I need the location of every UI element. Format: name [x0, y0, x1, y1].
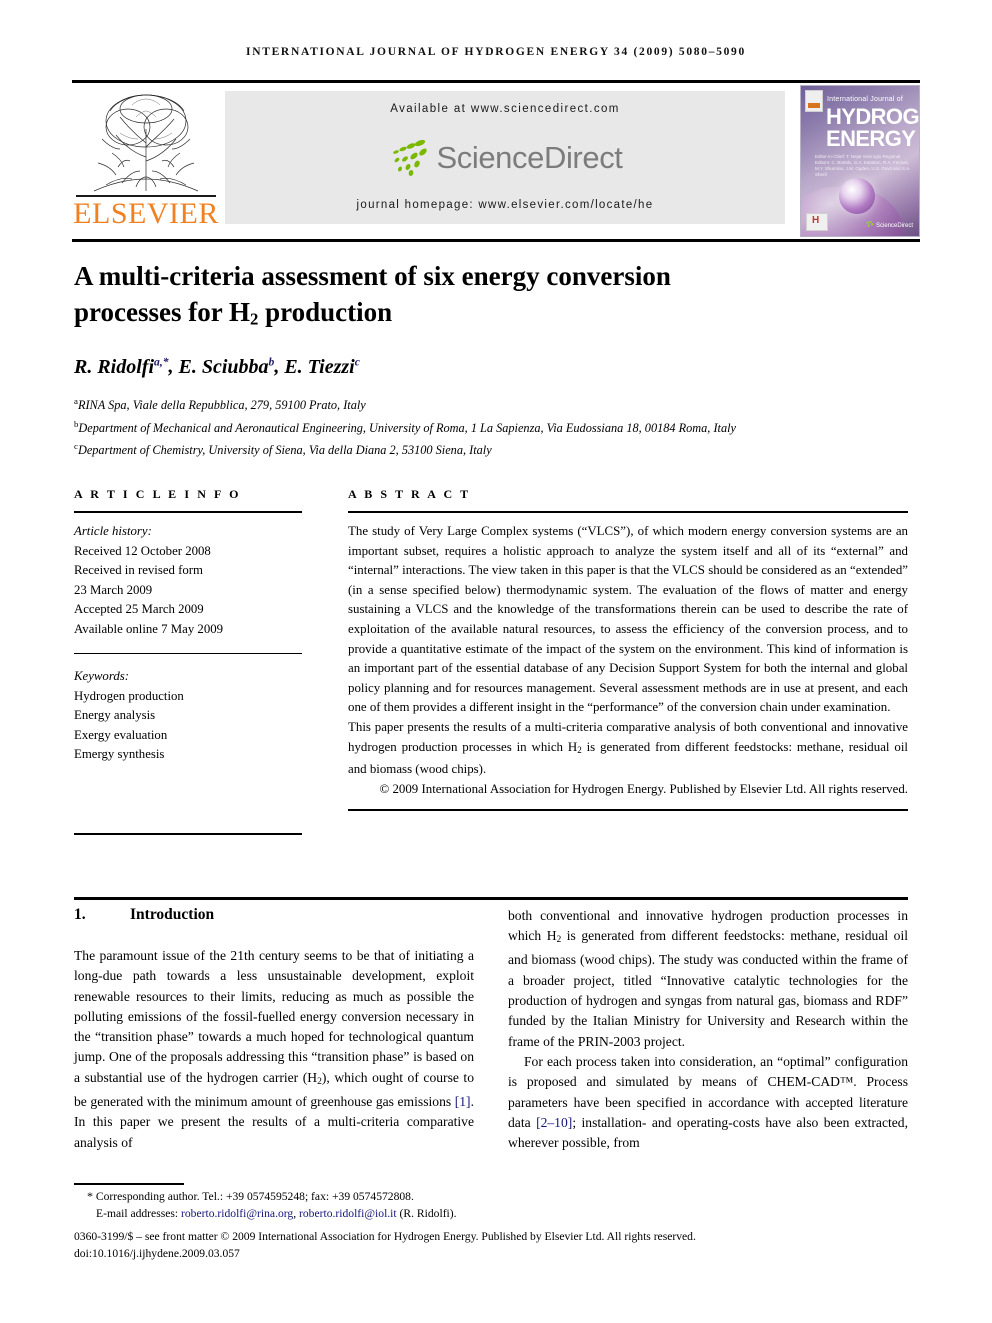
body-top-rule: [74, 897, 908, 900]
section-heading-introduction: 1. Introduction: [74, 906, 474, 924]
abstract-bottom-rule: [348, 809, 908, 812]
history-item-2: 23 March 2009: [74, 582, 153, 597]
sciencedirect-leaf-icon: [393, 139, 428, 176]
abstract-body: The study of Very Large Complex systems …: [348, 522, 908, 799]
title-line-1: A multi-criteria assessment of six energ…: [74, 261, 671, 291]
cover-society-badge: [806, 213, 828, 231]
cover-sciencedirect-badge: ScienceDirect: [865, 221, 913, 229]
sciencedirect-logo: ScienceDirect: [225, 135, 785, 181]
page-title: A multi-criteria assessment of six energ…: [74, 258, 874, 338]
keyword-2: Exergy evaluation: [74, 727, 168, 742]
intro-left-text: The paramount issue of the 21th century …: [74, 946, 474, 1153]
asterisk-marker: *: [87, 1189, 93, 1203]
masthead: ELSEVIER Available at www.sciencedirect.…: [72, 85, 920, 237]
intro-right-text: both conventional and innovative hydroge…: [508, 906, 908, 1153]
masthead-top-rule: [72, 80, 920, 83]
body-column-right: both conventional and innovative hydroge…: [508, 906, 908, 1153]
cover-line1: International Journal of: [827, 96, 904, 103]
elsevier-tree-icon: [76, 87, 216, 199]
elsevier-wordmark: ELSEVIER: [73, 197, 219, 230]
issn-line: 0360-3199/$ – see front matter © 2009 In…: [74, 1230, 696, 1243]
keyword-1: Energy analysis: [74, 708, 156, 723]
article-history-label: Article history:: [74, 524, 152, 538]
cover-line3: ENERGY: [826, 126, 916, 151]
article-info-column: A R T I C L E I N F O Article history: R…: [74, 487, 302, 836]
author-2: E. Sciubbab: [178, 355, 275, 378]
abstract-column: A B S T R A C T The study of Very Large …: [348, 487, 908, 812]
email-addresses-note: E-mail addresses: roberto.ridolfi@rina.o…: [96, 1207, 457, 1221]
citation-1[interactable]: [1]: [455, 1094, 471, 1109]
doi-line: doi:10.1016/j.ijhydene.2009.03.057: [74, 1247, 240, 1261]
cover-orb-graphic: [839, 178, 875, 214]
corresponding-author-note: * Corresponding author. Tel.: +39 057459…: [87, 1189, 414, 1203]
affiliation-b: bDepartment of Mechanical and Aeronautic…: [74, 418, 736, 435]
cover-publisher-mark: [805, 90, 823, 112]
intro-paragraph-1: The paramount issue of the 21th century …: [74, 948, 474, 1150]
intro-paragraph-2: For each process taken into consideratio…: [508, 1053, 908, 1151]
keywords-label: Keywords:: [74, 669, 129, 684]
affiliation-a: aRINA Spa, Viale della Repubblica, 279, …: [74, 396, 366, 413]
elsevier-logo: ELSEVIER: [72, 85, 220, 237]
article-info-rule: [74, 511, 302, 513]
citation-2-10[interactable]: [2–10]: [536, 1115, 572, 1130]
article-info-heading: A R T I C L E I N F O: [74, 487, 242, 501]
info-spacer-2: [74, 654, 302, 667]
author-3: E. Tiezzic: [284, 355, 360, 378]
author-1: R. Ridolfia,*: [74, 355, 169, 378]
section-title: Introduction: [130, 906, 215, 923]
article-history: Article history: Received 12 October 200…: [74, 522, 302, 640]
cover-line2: HYDROGEN: [826, 104, 919, 129]
journal-cover-thumbnail: International Journal of HYDROGEN ENERGY…: [800, 85, 920, 237]
footnote-rule: [74, 1183, 184, 1185]
footnote-block: * Corresponding author. Tel.: +39 057459…: [74, 1188, 908, 1222]
history-item-3: Accepted 25 March 2009: [74, 602, 204, 617]
abstract-heading: A B S T R A C T: [348, 487, 471, 501]
title-line-2: processes for H2 production: [74, 297, 393, 329]
paper-page: International Journal of Hydrogen Energy…: [0, 0, 992, 1323]
section-number: 1.: [74, 906, 86, 923]
history-item-4: Available online 7 May 2009: [74, 621, 224, 636]
history-item-0: Received 12 October 2008: [74, 543, 211, 558]
history-item-1: Received in revised form: [74, 563, 203, 578]
intro-paragraph-1-cont: both conventional and innovative hydroge…: [508, 908, 908, 1049]
affiliation-c: cDepartment of Chemistry, University of …: [74, 441, 492, 458]
article-info-bottom-rule: [74, 833, 302, 836]
abstract-paragraph-2: This paper presents the results of a mul…: [348, 719, 908, 776]
email-link-1[interactable]: roberto.ridolfi@rina.org: [181, 1207, 293, 1220]
affiliation-list: aRINA Spa, Viale della Repubblica, 279, …: [74, 392, 904, 460]
keyword-0: Hydrogen production: [74, 688, 184, 703]
running-head: International Journal of Hydrogen Energy…: [246, 46, 746, 58]
issn-block: 0360-3199/$ – see front matter © 2009 In…: [74, 1228, 924, 1262]
abstract-rule: [348, 511, 908, 513]
abstract-paragraph-1: The study of Very Large Complex systems …: [348, 524, 908, 715]
cover-editors: Editor-in-Chief: T. Nejat Veziroglu Regi…: [815, 154, 911, 177]
keyword-list: Keywords: Hydrogen production Energy ana…: [74, 667, 302, 765]
sciencedirect-panel: Available at www.sciencedirect.com Scien…: [225, 91, 785, 224]
journal-homepage-text: journal homepage: www.elsevier.com/locat…: [356, 199, 654, 211]
available-at-text: Available at www.sciencedirect.com: [390, 103, 620, 115]
body-column-left: 1. Introduction The paramount issue of th…: [74, 906, 474, 1153]
keyword-3: Emergy synthesis: [74, 747, 165, 762]
sciencedirect-wordmark: ScienceDirect: [436, 140, 623, 175]
author-list: R. Ridolfia,*, E. Sciubbab, E. Tiezzic: [74, 355, 360, 378]
email-link-2[interactable]: roberto.ridolfi@iol.it: [299, 1207, 397, 1220]
masthead-bottom-rule: [72, 239, 920, 242]
abstract-copyright: © 2009 International Association for Hyd…: [379, 781, 908, 796]
